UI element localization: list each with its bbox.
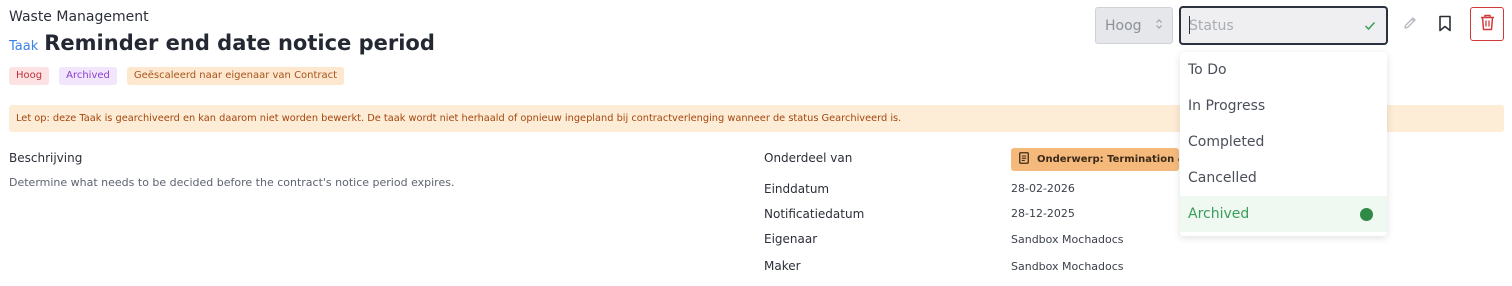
description-text: Determine what needs to be decided befor… (9, 176, 455, 189)
status-badge: Archived (59, 67, 117, 85)
description-label: Beschrijving (9, 151, 83, 165)
subject-chip-label: Onderwerp: Termination & R (1037, 154, 1179, 165)
status-dropdown: To Do In Progress Completed Cancelled Ar… (1180, 52, 1387, 236)
status-select[interactable] (1179, 6, 1388, 45)
end-date-label: Einddatum (764, 182, 830, 196)
escalation-badge: Geëscaleerd naar eigenaar van Contract (126, 67, 345, 85)
status-option-archived[interactable]: Archived (1180, 196, 1387, 232)
delete-button[interactable] (1470, 7, 1504, 41)
unfold-icon (1155, 18, 1163, 34)
subject-chip[interactable]: Onderwerp: Termination & R (1011, 148, 1179, 171)
status-option-archived-label: Archived (1188, 206, 1250, 222)
trash-icon (1480, 14, 1495, 35)
title-row: Taak Reminder end date notice period (9, 31, 435, 55)
owner-label: Eigenaar (764, 232, 818, 246)
check-icon (1364, 16, 1376, 35)
status-input[interactable] (1189, 17, 1339, 34)
owner-value: Sandbox Mochadocs (1011, 233, 1124, 246)
priority-select[interactable]: Hoog (1095, 7, 1173, 44)
priority-select-value: Hoog (1105, 17, 1142, 34)
status-option-completed[interactable]: Completed (1180, 124, 1387, 160)
selected-dot-icon (1360, 208, 1373, 221)
document-icon (1019, 152, 1029, 167)
priority-badge: Hoog (9, 67, 50, 85)
type-link[interactable]: Taak (9, 39, 38, 54)
part-of-label: Onderdeel van (764, 151, 853, 165)
status-option-cancelled[interactable]: Cancelled (1180, 160, 1387, 196)
bookmark-icon (1438, 15, 1452, 36)
end-date-value: 28-02-2026 (1011, 182, 1075, 195)
creator-label: Maker (764, 259, 801, 273)
status-option-todo[interactable]: To Do (1180, 52, 1387, 88)
edit-button[interactable] (1399, 14, 1421, 36)
badge-row: Hoog Archived Geëscaleerd naar eigenaar … (9, 67, 345, 85)
project-name: Waste Management (9, 9, 149, 25)
notification-date-label: Notificatiedatum (764, 207, 865, 221)
notification-date-value: 28-12-2025 (1011, 207, 1075, 220)
status-option-in-progress[interactable]: In Progress (1180, 88, 1387, 124)
text-cursor (1189, 16, 1190, 34)
bookmark-button[interactable] (1434, 14, 1456, 36)
page-title: Reminder end date notice period (44, 31, 435, 55)
pencil-icon (1402, 15, 1418, 35)
creator-value: Sandbox Mochadocs (1011, 260, 1124, 273)
